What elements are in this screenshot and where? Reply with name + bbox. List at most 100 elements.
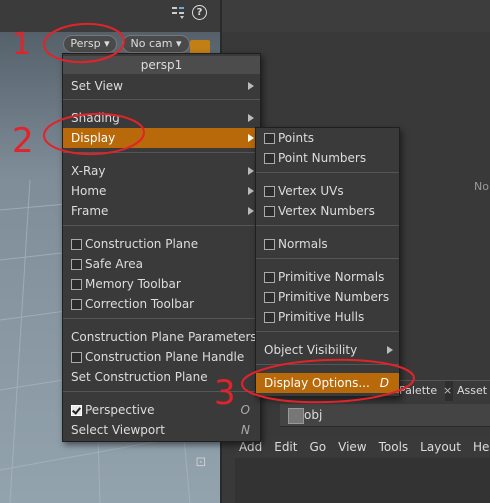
menu-item-label: Set View — [71, 79, 123, 93]
menu-divider — [63, 99, 260, 100]
checkbox[interactable] — [71, 239, 82, 250]
menu-item-home[interactable]: Home — [63, 181, 260, 201]
submenu-item-vertex-numbers[interactable]: Vertex Numbers — [256, 201, 399, 221]
checkbox[interactable] — [264, 312, 275, 323]
menu-item-label: Display Options... — [264, 376, 370, 390]
menu-item-label: Construction Plane Parameters... — [71, 330, 269, 344]
menu-item-label: Primitive Normals — [278, 270, 385, 284]
menu-divider — [63, 225, 260, 226]
checkbox-checked[interactable] — [71, 405, 82, 416]
submenu-arrow-icon — [248, 82, 254, 90]
menubar-help[interactable]: Help — [473, 437, 490, 457]
checkbox[interactable] — [264, 133, 275, 144]
menu-title: persp1 — [63, 56, 260, 74]
menu-divider — [256, 225, 399, 226]
checkbox[interactable] — [71, 279, 82, 290]
menu-item-label: Normals — [278, 237, 328, 251]
menu-item-label: Set Construction Plane — [71, 370, 208, 384]
display-settings-icon[interactable] — [170, 4, 186, 20]
menu-item-label: Perspective — [85, 403, 155, 417]
menu-item-perspective[interactable]: Perspective O — [63, 400, 260, 420]
submenu-item-normals[interactable]: Normals — [256, 234, 399, 254]
viewport-context-menu: persp1 Set View Shading Display X-Ray Ho… — [62, 53, 268, 442]
network-path-label[interactable]: obj — [304, 408, 322, 422]
checkbox[interactable] — [71, 259, 82, 270]
checkbox[interactable] — [264, 153, 275, 164]
menu-item-xray[interactable]: X-Ray — [63, 161, 260, 181]
submenu-item-primitive-normals[interactable]: Primitive Normals — [256, 267, 399, 287]
menu-item-correction-toolbar[interactable]: Correction Toolbar — [63, 294, 260, 314]
chevron-down-icon: ▾ — [104, 37, 110, 50]
menu-divider — [63, 391, 260, 392]
menubar-tools[interactable]: Tools — [379, 437, 409, 457]
menubar-layout[interactable]: Layout — [420, 437, 461, 457]
pane-tabbar: Palette × Asset B — [395, 380, 490, 417]
right-pane-header — [222, 0, 490, 32]
checkbox[interactable] — [264, 272, 275, 283]
menu-item-label: X-Ray — [71, 164, 106, 178]
menu-item-label: Display — [71, 131, 116, 145]
submenu-arrow-icon — [248, 134, 254, 142]
network-editor[interactable] — [235, 458, 490, 503]
chevron-down-icon: ▾ — [175, 37, 182, 50]
submenu-item-primitive-numbers[interactable]: Primitive Numbers — [256, 287, 399, 307]
shortcut-label: N — [241, 423, 250, 437]
menu-item-frame[interactable]: Frame — [63, 201, 260, 221]
menu-item-label: Primitive Hulls — [278, 310, 365, 324]
menu-item-display[interactable]: Display — [63, 128, 260, 148]
submenu-arrow-icon — [248, 114, 254, 122]
menu-divider — [256, 258, 399, 259]
menu-item-safe-area[interactable]: Safe Area — [63, 254, 260, 274]
checkbox[interactable] — [71, 299, 82, 310]
obj-node-icon — [288, 408, 304, 424]
menu-divider — [256, 331, 399, 332]
right-pane-text: No — [474, 180, 489, 193]
tab-asset-browser[interactable]: Asset B — [453, 381, 490, 417]
camera-select-button[interactable]: No cam ▾ — [122, 35, 190, 53]
menu-item-construction-plane-handle[interactable]: Construction Plane Handle — [63, 347, 260, 367]
submenu-item-display-options[interactable]: Display Options... D — [256, 373, 399, 393]
display-submenu: Points Point Numbers Vertex UVs Vertex N… — [255, 127, 400, 397]
submenu-item-object-visibility[interactable]: Object Visibility — [256, 340, 399, 360]
menubar-go[interactable]: Go — [309, 437, 326, 457]
menu-item-set-construction-plane[interactable]: Set Construction Plane — [63, 367, 260, 387]
menu-item-shading[interactable]: Shading — [63, 108, 260, 128]
menu-divider — [256, 364, 399, 365]
help-icon[interactable]: ? — [192, 4, 207, 20]
camera-mode-button[interactable]: Persp ▾ — [63, 35, 117, 53]
menu-item-label: Points — [278, 131, 315, 145]
menu-item-label: Home — [71, 184, 107, 198]
checkbox[interactable] — [264, 292, 275, 303]
menubar-edit[interactable]: Edit — [274, 437, 297, 457]
viewport-tool-icons: ? — [170, 4, 207, 20]
menu-divider — [63, 152, 260, 153]
menu-item-label: Correction Toolbar — [85, 297, 195, 311]
snap-icon[interactable]: ⊡ — [192, 454, 210, 472]
menu-divider — [63, 318, 260, 319]
checkbox[interactable] — [264, 206, 275, 217]
menu-item-label: Vertex Numbers — [278, 204, 375, 218]
menu-item-label: Construction Plane — [85, 237, 199, 251]
checkbox[interactable] — [264, 186, 275, 197]
checkbox[interactable] — [71, 352, 82, 363]
menu-item-label: Object Visibility — [264, 343, 358, 357]
menu-item-memory-toolbar[interactable]: Memory Toolbar — [63, 274, 260, 294]
submenu-item-vertex-uvs[interactable]: Vertex UVs — [256, 181, 399, 201]
submenu-item-points[interactable]: Points — [256, 128, 399, 148]
menu-item-construction-plane-parameters[interactable]: Construction Plane Parameters... — [63, 327, 268, 347]
menu-item-select-viewport[interactable]: Select Viewport N — [63, 420, 260, 440]
menu-item-label: Shading — [71, 111, 120, 125]
submenu-arrow-icon — [248, 187, 254, 195]
menu-item-set-view[interactable]: Set View — [63, 76, 260, 96]
menubar-view[interactable]: View — [338, 437, 366, 457]
submenu-arrow-icon — [248, 207, 254, 215]
submenu-arrow-icon — [387, 346, 393, 354]
menu-item-construction-plane[interactable]: Construction Plane — [63, 234, 260, 254]
tab-palette[interactable]: Palette — [395, 381, 445, 401]
submenu-item-point-numbers[interactable]: Point Numbers — [256, 148, 399, 168]
checkbox[interactable] — [264, 239, 275, 250]
menu-item-label: Primitive Numbers — [278, 290, 390, 304]
shortcut-label: D — [379, 376, 389, 390]
menu-item-label: Select Viewport — [71, 423, 165, 437]
submenu-item-primitive-hulls[interactable]: Primitive Hulls — [256, 307, 399, 327]
